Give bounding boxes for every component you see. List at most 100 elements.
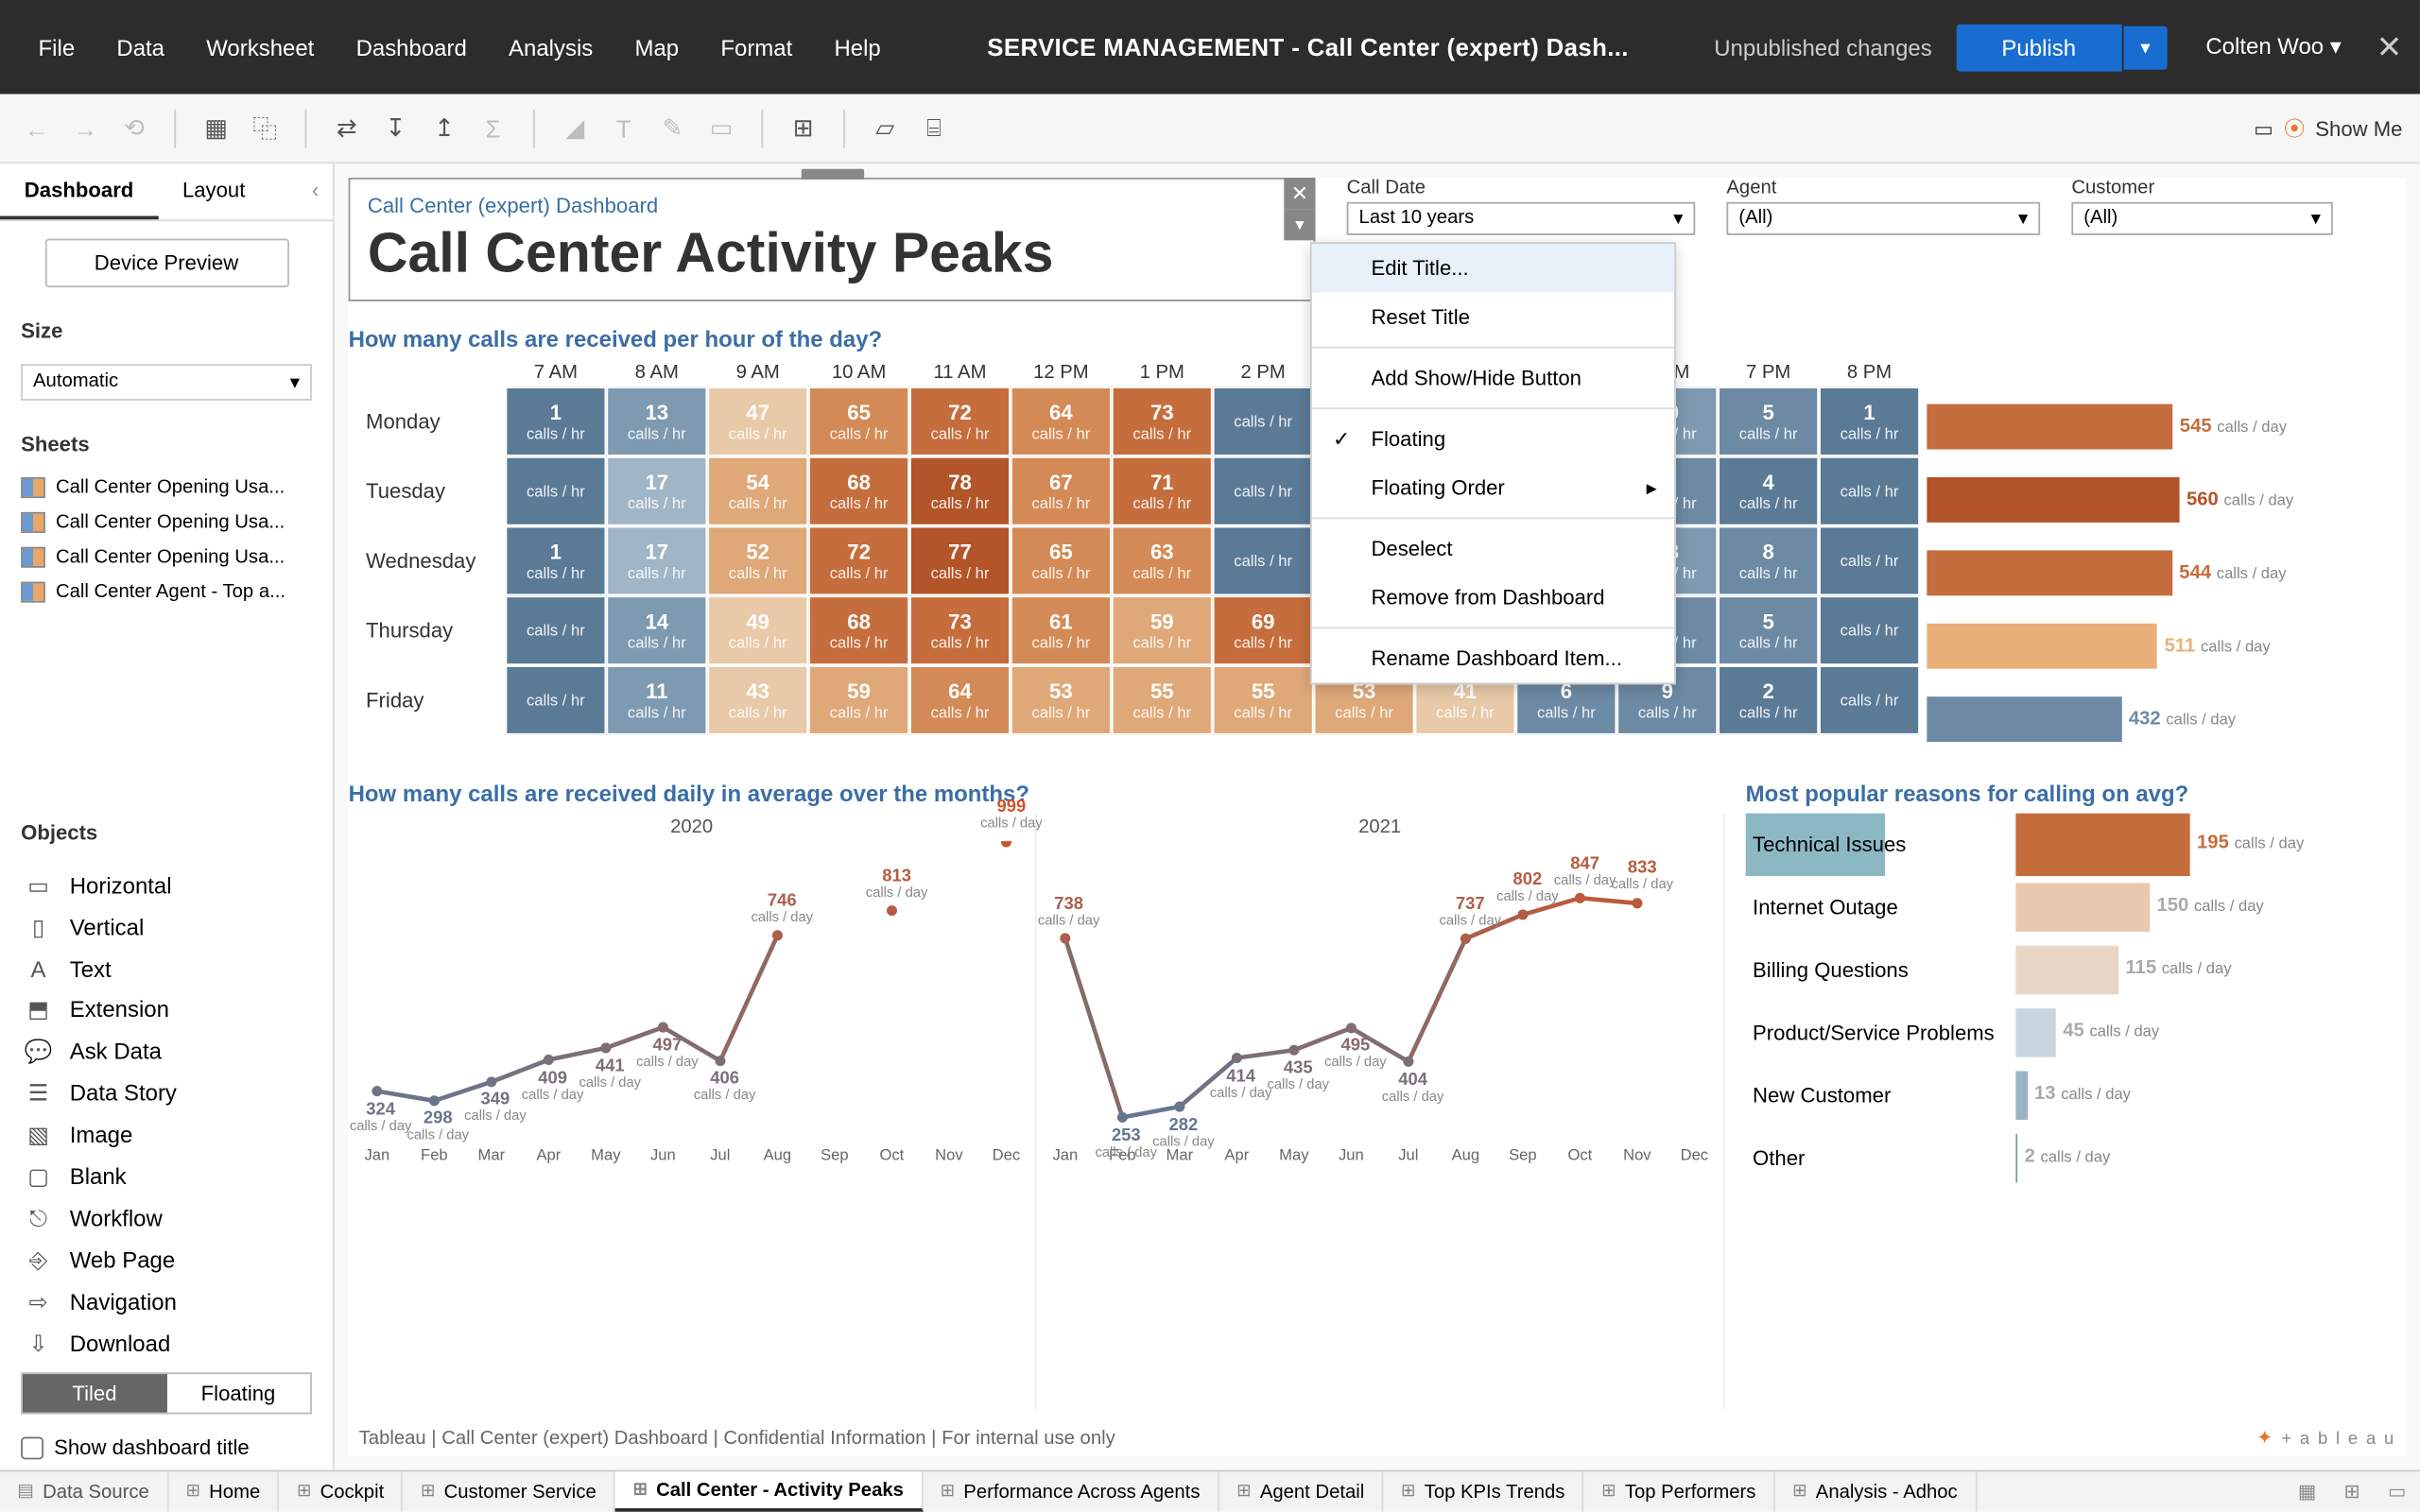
totals-icon[interactable]: Σ: [474, 109, 512, 147]
publish-dropdown[interactable]: ▾: [2123, 26, 2168, 69]
heatmap-cell[interactable]: calls / hr: [1819, 595, 1920, 665]
heatmap-cell[interactable]: 17calls / hr: [606, 456, 707, 526]
menu-file[interactable]: File: [17, 24, 95, 71]
heatmap-cell[interactable]: 65calls / hr: [808, 387, 909, 456]
heatmap-cell[interactable]: calls / hr: [505, 665, 606, 735]
show-title-checkbox[interactable]: [21, 1436, 43, 1459]
heatmap-cell[interactable]: calls / hr: [505, 456, 606, 526]
menu-format[interactable]: Format: [700, 24, 813, 71]
heatmap-cell[interactable]: 67calls / hr: [1011, 456, 1112, 526]
publish-button[interactable]: Publish: [1957, 24, 2121, 71]
sheet-tab[interactable]: ⊞Top Performers: [1584, 1471, 1775, 1511]
heatmap-cell[interactable]: 11calls / hr: [606, 665, 707, 735]
heatmap-cell[interactable]: calls / hr: [1213, 387, 1314, 456]
heatmap-cell[interactable]: 4calls / hr: [1718, 456, 1819, 526]
context-menu-item[interactable]: Remove from Dashboard: [1312, 573, 1674, 622]
close-icon[interactable]: ✕: [2377, 28, 2403, 65]
heatmap-cell[interactable]: 59calls / hr: [1112, 595, 1213, 665]
filter-agent[interactable]: (All)▾: [1726, 202, 2040, 235]
heatmap-cell[interactable]: 71calls / hr: [1112, 456, 1213, 526]
day-total-bar[interactable]: [1927, 404, 2172, 450]
heatmap-cell[interactable]: 61calls / hr: [1011, 595, 1112, 665]
group-icon[interactable]: ⊞: [784, 109, 822, 147]
heatmap-cell[interactable]: 1calls / hr: [505, 387, 606, 456]
context-menu-item[interactable]: Floating Order: [1312, 463, 1674, 512]
context-menu-item[interactable]: Deselect: [1312, 524, 1674, 574]
format-icon[interactable]: ✎: [653, 109, 692, 147]
context-menu-item[interactable]: Add Show/Hide Button: [1312, 353, 1674, 403]
heatmap-cell[interactable]: 52calls / hr: [707, 526, 808, 596]
menu-dashboard[interactable]: Dashboard: [335, 24, 487, 71]
heatmap-cell[interactable]: 69calls / hr: [1213, 595, 1314, 665]
heatmap-cell[interactable]: calls / hr: [1819, 456, 1920, 526]
reason-row[interactable]: Other 2 calls / day: [1746, 1126, 2406, 1189]
heatmap-cell[interactable]: 17calls / hr: [606, 526, 707, 596]
collapse-panel-icon[interactable]: ‹: [298, 163, 333, 219]
remove-title-icon[interactable]: ✕: [1284, 178, 1315, 209]
heatmap-cell[interactable]: 53calls / hr: [1011, 665, 1112, 735]
device-preview-button[interactable]: Device Preview: [44, 238, 288, 287]
object-horizontal[interactable]: ▭Horizontal: [14, 865, 320, 906]
filter-call-date[interactable]: Last 10 years▾: [1347, 202, 1696, 235]
sheet-tab[interactable]: ⊞Cockpit: [280, 1471, 404, 1511]
reason-row[interactable]: Billing Questions 115 calls / day: [1746, 938, 2406, 1001]
tab-layout[interactable]: Layout: [158, 163, 269, 219]
heatmap-cell[interactable]: 59calls / hr: [808, 665, 909, 735]
sheet-item[interactable]: Call Center Opening Usa...: [14, 505, 320, 540]
filter-customer[interactable]: (All)▾: [2071, 202, 2332, 235]
heatmap-cell[interactable]: 5calls / hr: [1718, 595, 1819, 665]
heatmap-cell[interactable]: 1calls / hr: [1819, 387, 1920, 456]
sheet-tab[interactable]: ⊞Customer Service: [404, 1471, 616, 1511]
label-icon[interactable]: T: [605, 109, 644, 147]
sheet-item[interactable]: Call Center Opening Usa...: [14, 471, 320, 506]
presentation-icon[interactable]: ▱: [866, 109, 905, 147]
sort-asc-icon[interactable]: ↧: [376, 109, 415, 147]
heatmap-cell[interactable]: 5calls / hr: [1718, 387, 1819, 456]
day-total-bar[interactable]: [1927, 624, 2157, 669]
line-chart-year[interactable]: 2021 738calls / day253calls / day282call…: [1037, 814, 1725, 1409]
menu-data[interactable]: Data: [95, 24, 185, 71]
tab-data-source[interactable]: ▤Data Source: [0, 1471, 168, 1511]
object-image[interactable]: ▧Image: [14, 1114, 320, 1156]
heatmap-cell[interactable]: 54calls / hr: [707, 456, 808, 526]
object-vertical[interactable]: ▯Vertical: [14, 906, 320, 948]
sheet-tab[interactable]: ⊞Call Center - Activity Peaks: [615, 1471, 923, 1511]
sort-desc-icon[interactable]: ↥: [425, 109, 464, 147]
reason-row[interactable]: Internet Outage 150 calls / day: [1746, 876, 2406, 938]
object-download[interactable]: ⇩Download: [14, 1323, 320, 1362]
sheet-tab[interactable]: ⊞Home: [168, 1471, 279, 1511]
object-text[interactable]: AText: [14, 949, 320, 988]
heatmap-cell[interactable]: 78calls / hr: [909, 456, 1011, 526]
new-sheet-icon[interactable]: ▦: [2284, 1471, 2330, 1511]
sheet-item[interactable]: Call Center Agent - Top a...: [14, 575, 320, 610]
heatmap-cell[interactable]: 72calls / hr: [909, 387, 1011, 456]
dashboard-canvas[interactable]: ✕ ▾ Call Center (expert) Dashboard Call …: [335, 163, 2420, 1469]
show-me-panel[interactable]: ▭ ⦿ Show Me: [2254, 113, 2402, 143]
object-blank[interactable]: ▢Blank: [14, 1156, 320, 1197]
object-workflow[interactable]: ⎋Workflow: [14, 1197, 320, 1239]
sheet-tab[interactable]: ⊞Analysis - Adhoc: [1775, 1471, 1977, 1511]
heatmap-cell[interactable]: 43calls / hr: [707, 665, 808, 735]
object-data story[interactable]: ☰Data Story: [14, 1073, 320, 1114]
heatmap-cell[interactable]: calls / hr: [1213, 526, 1314, 596]
heatmap-cell[interactable]: 49calls / hr: [707, 595, 808, 665]
day-total-bar[interactable]: [1927, 696, 2121, 742]
heatmap-cell[interactable]: 63calls / hr: [1112, 526, 1213, 596]
revert-icon[interactable]: ⟲: [115, 109, 154, 147]
fit-icon[interactable]: ▭: [702, 109, 741, 147]
context-menu-item[interactable]: Edit Title...: [1312, 244, 1674, 293]
heatmap-cell[interactable]: 73calls / hr: [909, 595, 1011, 665]
heatmap-cell[interactable]: calls / hr: [1819, 665, 1920, 735]
heatmap-cell[interactable]: calls / hr: [1213, 456, 1314, 526]
heatmap-cell[interactable]: 64calls / hr: [1011, 387, 1112, 456]
menu-analysis[interactable]: Analysis: [488, 24, 614, 71]
heatmap-cell[interactable]: 77calls / hr: [909, 526, 1011, 596]
heatmap-cell[interactable]: 14calls / hr: [606, 595, 707, 665]
swap-icon[interactable]: ⇄: [327, 109, 366, 147]
object-ask data[interactable]: 💬Ask Data: [14, 1030, 320, 1072]
device-icon[interactable]: ⌸: [915, 109, 954, 147]
heatmap-cell[interactable]: 1calls / hr: [505, 526, 606, 596]
tab-dashboard[interactable]: Dashboard: [0, 163, 158, 219]
context-menu-item[interactable]: Rename Dashboard Item...: [1312, 634, 1674, 683]
new-worksheet-icon[interactable]: ▦: [197, 109, 235, 147]
